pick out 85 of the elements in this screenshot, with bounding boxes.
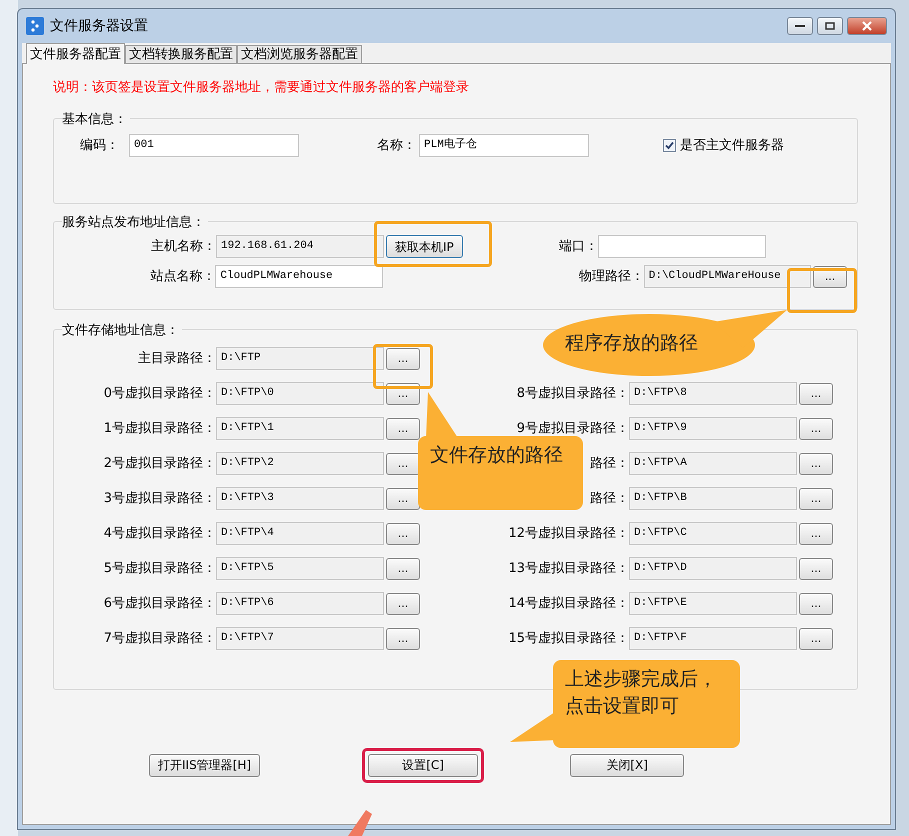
close-button[interactable] bbox=[847, 17, 887, 35]
callout-text: 上述步骤完成后，点击设置即可 bbox=[565, 667, 718, 719]
text-field[interactable]: D:\CloudPLMWareHouse bbox=[644, 265, 812, 288]
field-label: 7号虚拟目录路径： bbox=[104, 630, 216, 646]
highlight-frame bbox=[373, 344, 433, 389]
field-label: 6号虚拟目录路径： bbox=[104, 596, 216, 611]
browse-button[interactable]: ... bbox=[386, 452, 420, 474]
callout-text: 文件存放的路径 bbox=[430, 443, 564, 468]
field-label: 5号虚拟目录路径： bbox=[104, 560, 216, 576]
field-label: 站点名称： bbox=[149, 268, 216, 286]
text-field[interactable]: D:\FTP\3 bbox=[216, 487, 384, 510]
browse-button[interactable]: ... bbox=[799, 558, 833, 580]
field-label: 2号虚拟目录路径： bbox=[104, 456, 216, 471]
browse-button[interactable]: ... bbox=[799, 418, 833, 440]
minimize-icon bbox=[795, 24, 805, 28]
field-label: 端口： bbox=[558, 238, 598, 256]
text-field[interactable]: D:\FTP\B bbox=[629, 487, 797, 510]
window-title: 文件服务器设置 bbox=[50, 16, 148, 36]
browse-button[interactable]: ... bbox=[386, 348, 420, 370]
text-field[interactable]: D:\FTP\E bbox=[629, 592, 797, 615]
dialog-button[interactable]: 打开IIS管理器[H] bbox=[149, 754, 260, 776]
text-field[interactable]: D:\FTP\6 bbox=[216, 592, 384, 615]
get-ip-button[interactable]: 获取本机IP bbox=[386, 235, 463, 258]
text-field[interactable]: 001 bbox=[129, 134, 299, 157]
browse-button[interactable]: ... bbox=[386, 488, 420, 510]
field-label: 路径： bbox=[590, 456, 629, 471]
browse-button[interactable]: ... bbox=[386, 592, 420, 614]
note-text: 说明：该页签是设置文件服务器地址，需要通过文件服务器的客户端登录 bbox=[53, 79, 470, 97]
field-label: 9号虚拟目录路径： bbox=[516, 420, 629, 436]
callout-text: 程序存放的路径 bbox=[565, 331, 698, 356]
field-label: 8号虚拟目录路径： bbox=[516, 386, 629, 401]
browse-button[interactable]: ... bbox=[386, 558, 420, 580]
field-label: 主目录路径： bbox=[137, 350, 216, 368]
text-field[interactable]: D:\FTP\C bbox=[629, 522, 797, 545]
browse-button[interactable]: ... bbox=[386, 418, 420, 440]
highlight-frame bbox=[787, 268, 857, 313]
field-label: 13号虚拟目录路径： bbox=[508, 560, 629, 576]
field-label: 14号虚拟目录路径： bbox=[508, 596, 629, 611]
dialog-button[interactable]: 设置[C] bbox=[368, 754, 478, 776]
browse-button[interactable]: ... bbox=[799, 452, 833, 474]
text-field[interactable]: PLM电子仓 bbox=[419, 134, 589, 157]
field-label: 0号虚拟目录路径： bbox=[104, 386, 216, 401]
text-field[interactable]: D:\FTP\7 bbox=[216, 627, 384, 650]
field-label: 4号虚拟目录路径： bbox=[104, 526, 216, 541]
field-label: 主机名称： bbox=[150, 238, 216, 256]
field-label: 名称： bbox=[377, 136, 416, 155]
text-field[interactable]: D:\FTP\0 bbox=[216, 382, 384, 405]
text-field[interactable]: D:\FTP\4 bbox=[216, 522, 384, 545]
maximize-icon bbox=[825, 22, 835, 30]
text-field[interactable]: 192.168.61.204 bbox=[216, 235, 384, 258]
text-field[interactable]: D:\FTP bbox=[216, 347, 384, 370]
browse-button[interactable]: ... bbox=[799, 592, 833, 614]
dialog-button[interactable]: 关闭[X] bbox=[570, 754, 684, 776]
checkbox[interactable] bbox=[663, 139, 676, 152]
tab[interactable]: 文档浏览服务器配置 bbox=[237, 45, 362, 63]
browse-button[interactable]: ... bbox=[799, 628, 833, 650]
text-field[interactable]: D:\FTP\F bbox=[629, 627, 797, 650]
field-label: 路径： bbox=[590, 490, 629, 506]
text-field[interactable]: D:\FTP\5 bbox=[216, 557, 384, 580]
text-field[interactable]: D:\FTP\2 bbox=[216, 452, 384, 475]
text-field[interactable]: CloudPLMWarehouse bbox=[215, 265, 383, 288]
field-label: 编码： bbox=[80, 136, 119, 155]
checkbox-label: 是否主文件服务器 bbox=[680, 136, 784, 155]
app-icon bbox=[26, 17, 44, 35]
text-field[interactable]: D:\FTP\D bbox=[629, 557, 797, 580]
text-field[interactable]: D:\FTP\1 bbox=[216, 417, 384, 440]
maximize-button[interactable] bbox=[817, 17, 843, 35]
browse-button[interactable]: ... bbox=[386, 522, 420, 544]
field-label: 12号虚拟目录路径： bbox=[508, 526, 629, 541]
minimize-button[interactable] bbox=[787, 17, 813, 35]
close-icon bbox=[861, 21, 873, 31]
field-label: 物理路径： bbox=[578, 268, 644, 286]
text-field[interactable]: D:\FTP\8 bbox=[629, 382, 797, 405]
browse-button[interactable]: ... bbox=[799, 382, 833, 404]
tab[interactable]: 文档转换服务配置 bbox=[125, 45, 237, 63]
text-field[interactable]: D:\FTP\9 bbox=[629, 417, 797, 440]
browse-button[interactable]: ... bbox=[799, 522, 833, 544]
field-label: 15号虚拟目录路径： bbox=[508, 630, 629, 646]
field-label: 3号虚拟目录路径： bbox=[104, 490, 216, 506]
browse-button[interactable]: ... bbox=[386, 628, 420, 650]
port-field[interactable] bbox=[598, 235, 766, 258]
browse-button[interactable]: ... bbox=[799, 488, 833, 510]
field-label: 1号虚拟目录路径： bbox=[104, 420, 216, 436]
tab[interactable]: 文件服务器配置 bbox=[26, 43, 125, 64]
text-field[interactable]: D:\FTP\A bbox=[629, 452, 797, 475]
